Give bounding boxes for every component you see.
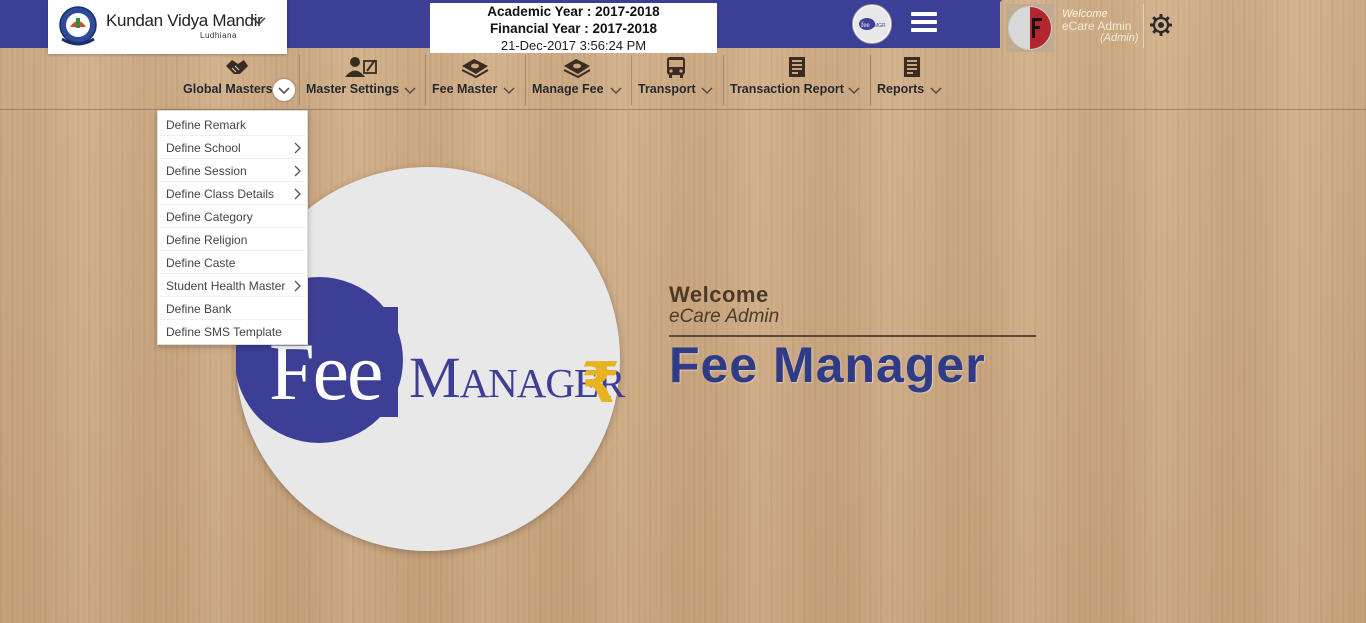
chevron-down-icon (701, 87, 713, 94)
menu-label: Fee Master (432, 82, 498, 96)
dropdown-item-label: Define School (166, 141, 241, 155)
money-icon (563, 59, 591, 78)
dropdown-item-label: Define Class Details (166, 187, 275, 201)
rupee-icon: ₹ (581, 351, 620, 416)
money-icon (461, 59, 489, 78)
svg-text:fee: fee (861, 21, 870, 29)
financial-year: Financial Year : 2017-2018 (489, 21, 658, 36)
welcome-user: eCare Admin (669, 306, 780, 327)
dropdown-item-define-school[interactable]: Define School (158, 136, 307, 159)
hamburger-menu-icon[interactable] (911, 12, 937, 34)
svg-text:MGR: MGR (874, 23, 886, 29)
user-name: eCare Admin (1062, 19, 1132, 33)
menu-divider (525, 55, 526, 105)
menu-divider (723, 55, 724, 105)
handshake-icon (226, 60, 248, 74)
dropdown-item-define-bank[interactable]: Define Bank (158, 297, 307, 320)
user-avatar[interactable] (1006, 4, 1054, 52)
dropdown-item-label: Student Health Master (166, 279, 286, 293)
dropdown-item-define-sms-template[interactable]: Define SMS Template (158, 320, 307, 343)
chevron-down-icon (930, 87, 942, 94)
dropdown-item-define-religion[interactable]: Define Religion (158, 228, 307, 251)
chevron-down-icon[interactable] (252, 16, 266, 26)
bus-icon (667, 57, 685, 78)
user-edit-icon (345, 57, 377, 77)
dropdown-item-label: Define Religion (166, 233, 248, 247)
school-selector[interactable]: Kundan Vidya Mandir Ludhiana (48, 0, 287, 54)
school-city: Ludhiana (200, 31, 237, 40)
dropdown-item-define-caste[interactable]: Define Caste (158, 251, 307, 274)
menu-divider (425, 55, 426, 105)
dropdown-item-label: Define Category (166, 210, 253, 224)
menu-divider (631, 55, 632, 105)
chevron-down-icon (610, 87, 622, 94)
school-emblem-icon (59, 6, 97, 46)
dropdown-item-label: Define Session (166, 164, 247, 178)
user-role: (Admin) (1100, 32, 1139, 44)
top-bar-slant (956, 0, 1002, 48)
chevron-down-icon[interactable] (273, 79, 295, 101)
menu-label: Manage Fee (532, 82, 604, 96)
fee-manager-app-icon[interactable]: fee MGR (852, 4, 892, 44)
chevron-down-icon (404, 87, 416, 94)
menu-label: Global Masters (183, 82, 273, 96)
menu-master-settings[interactable]: Master Settings (304, 56, 422, 102)
dropdown-item-label: Define SMS Template (166, 325, 282, 339)
gear-icon[interactable] (1149, 13, 1173, 37)
welcome-title: Welcome (669, 282, 769, 307)
menu-label: Transaction Report (730, 82, 844, 96)
chevron-right-icon (294, 142, 301, 154)
menu-fee-master[interactable]: Fee Master (430, 56, 522, 102)
dropdown-item-label: Define Caste (166, 256, 236, 270)
year-info-box: Academic Year : 2017-2018 Financial Year… (430, 3, 717, 53)
dropdown-item-define-remark[interactable]: Define Remark (158, 113, 307, 136)
school-name: Kundan Vidya Mandir (106, 11, 263, 30)
global-masters-dropdown: Define Remark Define School Define Sessi… (157, 110, 308, 345)
report-icon (789, 57, 805, 77)
dropdown-item-label: Define Bank (166, 302, 232, 316)
menu-label: Reports (877, 82, 925, 96)
report-icon (904, 57, 920, 77)
menu-reports[interactable]: Reports (875, 56, 947, 102)
chevron-right-icon (294, 188, 301, 200)
chevron-down-icon (503, 87, 515, 94)
dropdown-item-define-class-details[interactable]: Define Class Details (158, 182, 307, 205)
chevron-right-icon (294, 280, 301, 292)
menu-manage-fee[interactable]: Manage Fee (530, 56, 628, 102)
menu-label: Master Settings (306, 82, 400, 96)
dropdown-item-student-health-master[interactable]: Student Health Master (158, 274, 307, 297)
menu-label: Transport (638, 82, 696, 96)
dropdown-item-label: Define Remark (166, 118, 247, 132)
dropdown-item-define-session[interactable]: Define Session (158, 159, 307, 182)
menu-divider (299, 55, 300, 105)
chevron-down-icon (848, 87, 860, 94)
menu-transport[interactable]: Transport (636, 56, 720, 102)
chevron-right-icon (294, 165, 301, 177)
header-divider (1143, 4, 1144, 48)
menu-transaction-report[interactable]: Transaction Report (728, 56, 866, 102)
dropdown-item-define-category[interactable]: Define Category (158, 205, 307, 228)
academic-year: Academic Year : 2017-2018 (487, 4, 660, 19)
app-name: Fee Manager (669, 337, 986, 393)
menu-divider (870, 55, 871, 105)
